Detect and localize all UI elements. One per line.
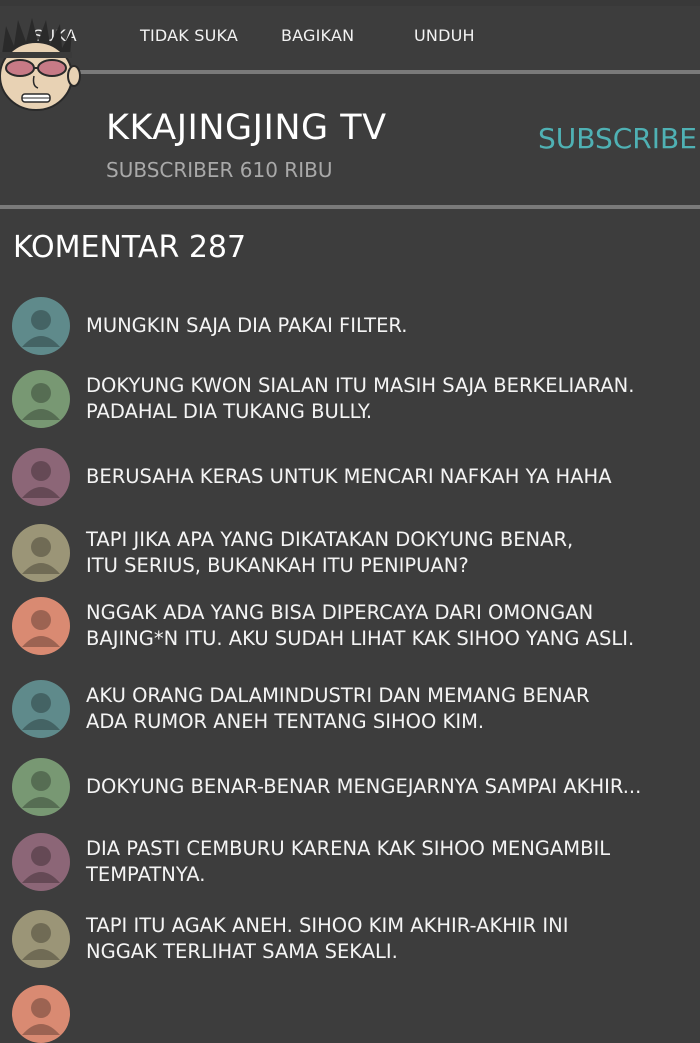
divider — [0, 70, 700, 74]
comment-text-line: BAJING*N ITU. AKU SUDAH LIHAT KAK SIHOO … — [86, 627, 635, 650]
comment-text-line: NGGAK TERLIHAT SAMA SEKALI. — [86, 940, 398, 963]
comment-text-line: TAPI JIKA APA YANG DIKATAKAN DOKYUNG BEN… — [86, 528, 574, 551]
comment-text-line: ADA RUMOR ANEH TENTANG SIHOO KIM. — [86, 710, 485, 733]
comment-text-line: BERUSAHA KERAS UNTUK MENCARI NAFKAH YA H… — [86, 465, 612, 488]
channel-avatar[interactable] — [0, 16, 84, 116]
dislike-button[interactable]: TIDAK SUKA — [140, 26, 238, 45]
user-avatar-icon[interactable] — [12, 448, 70, 506]
comment-text: BERUSAHA KERAS UNTUK MENCARI NAFKAH YA H… — [86, 464, 612, 490]
comment-text: DIA PASTI CEMBURU KARENA KAK SIHOO MENGA… — [86, 836, 610, 888]
user-avatar-icon[interactable] — [12, 833, 70, 891]
comment-text: MUNGKIN SAJA DIA PAKAI FILTER. — [86, 313, 407, 339]
comment-text-line: TEMPATNYA. — [86, 863, 206, 886]
comment-text-line: ITU SERIUS, BUKANKAH ITU PENIPUAN? — [86, 554, 469, 577]
comment-text-line: NGGAK ADA YANG BISA DIPERCAYA DARI OMONG… — [86, 601, 594, 624]
comment-text-line: MUNGKIN SAJA DIA PAKAI FILTER. — [86, 314, 408, 337]
comment-text-line: DOKYUNG BENAR-BENAR MENGEJARNYA SAMPAI A… — [86, 775, 642, 798]
user-avatar-icon[interactable] — [12, 297, 70, 355]
download-button[interactable]: UNDUH — [414, 26, 475, 45]
comment-text-line: AKU ORANG DALAMINDUSTRI DAN MEMANG BENAR — [86, 684, 590, 707]
divider — [0, 205, 700, 209]
user-avatar-icon[interactable] — [12, 680, 70, 738]
share-button[interactable]: BAGIKAN — [281, 26, 354, 45]
user-avatar-icon[interactable] — [12, 524, 70, 582]
comment-text: TAPI JIKA APA YANG DIKATAKAN DOKYUNG BEN… — [86, 527, 573, 579]
subscribe-button[interactable]: SUBSCRIBE — [538, 122, 697, 155]
comment-text: DOKYUNG BENAR-BENAR MENGEJARNYA SAMPAI A… — [86, 774, 641, 800]
comment-text: TAPI ITU AGAK ANEH. SIHOO KIM AKHIR-AKHI… — [86, 913, 569, 965]
user-avatar-icon[interactable] — [12, 597, 70, 655]
video-action-bar: SUKA TIDAK SUKA BAGIKAN UNDUH — [0, 0, 700, 70]
comment-text-line: PADAHAL DIA TUKANG BULLY. — [86, 400, 373, 423]
channel-name[interactable]: KKAJINGJING TV — [106, 108, 387, 148]
user-avatar-icon[interactable] — [12, 370, 70, 428]
comment-text: NGGAK ADA YANG BISA DIPERCAYA DARI OMONG… — [86, 600, 634, 652]
comment-text: DOKYUNG KWON SIALAN ITU MASIH SAJA BERKE… — [86, 373, 634, 425]
user-avatar-icon[interactable] — [12, 985, 70, 1043]
comment-text: AKU ORANG DALAMINDUSTRI DAN MEMANG BENAR… — [86, 683, 590, 735]
comment-text-line: DIA PASTI CEMBURU KARENA KAK SIHOO MENGA… — [86, 837, 611, 860]
subscriber-count: SUBSCRIBER 610 RIBU — [106, 158, 333, 182]
user-avatar-icon[interactable] — [12, 910, 70, 968]
comments-title: KOMENTAR 287 — [13, 230, 247, 265]
comment-text-line: TAPI ITU AGAK ANEH. SIHOO KIM AKHIR-AKHI… — [86, 914, 569, 937]
user-avatar-icon[interactable] — [12, 758, 70, 816]
comment-text-line: DOKYUNG KWON SIALAN ITU MASIH SAJA BERKE… — [86, 374, 635, 397]
cartoon-face-icon — [0, 18, 81, 111]
